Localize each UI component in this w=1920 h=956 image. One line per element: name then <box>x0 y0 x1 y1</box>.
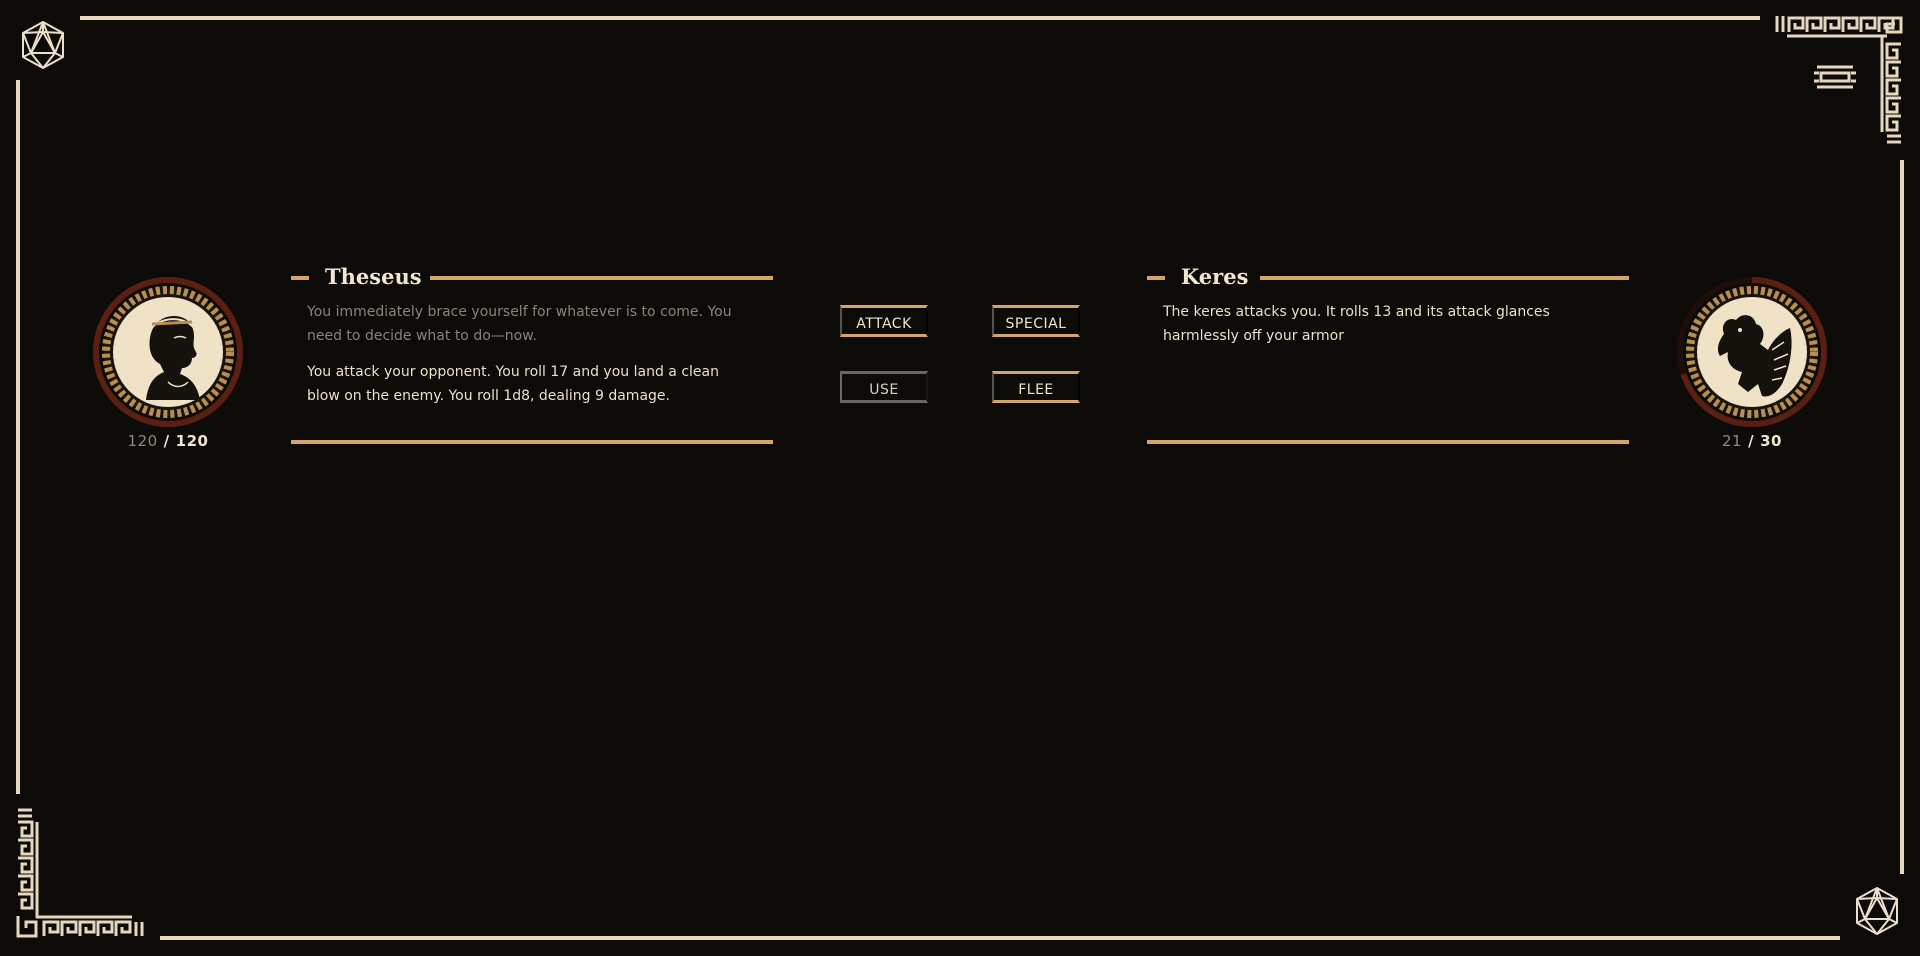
player-panel-header: Theseus <box>291 262 773 292</box>
header-rule <box>1260 276 1629 280</box>
header-dash <box>291 276 309 280</box>
player-portrait <box>88 272 248 432</box>
player-panel: Theseus You immediately brace yourself f… <box>291 262 773 444</box>
panel-bottom-rule <box>1147 440 1629 444</box>
player-hp: 120 / 120 <box>88 432 248 450</box>
panel-bottom-rule <box>291 440 773 444</box>
enemy-combat-log: The keres attacks you. It rolls 13 and i… <box>1163 300 1603 360</box>
player-name: Theseus <box>325 264 422 289</box>
enemy-panel-header: Keres <box>1147 262 1629 292</box>
enemy-portrait <box>1672 272 1832 432</box>
enemy-panel: Keres The keres attacks you. It rolls 13… <box>1147 262 1629 444</box>
enemy-hp-max: 30 <box>1760 432 1782 450</box>
keres-portrait-image <box>1677 277 1827 427</box>
frame-right-line <box>1900 160 1904 874</box>
special-button[interactable]: SPECIAL <box>992 305 1080 337</box>
log-entry: You immediately brace yourself for whate… <box>307 304 732 344</box>
attack-button[interactable]: ATTACK <box>840 305 928 337</box>
enemy-hp: 21 / 30 <box>1672 432 1832 450</box>
enemy-hp-current: 21 <box>1722 432 1743 450</box>
header-dash <box>1147 276 1165 280</box>
hp-separator: / <box>1748 432 1755 450</box>
header-rule <box>430 276 773 280</box>
combat-screen: 120 / 120 Theseus You immediately brace yo… <box>0 0 1920 956</box>
player-combat-log: You immediately brace yourself for whate… <box>307 300 747 420</box>
use-button[interactable]: USE <box>840 371 928 403</box>
menu-icon[interactable] <box>1813 64 1857 90</box>
d20-icon[interactable] <box>18 20 68 70</box>
greek-key-ornament <box>14 808 146 940</box>
log-entry: The keres attacks you. It rolls 13 and i… <box>1163 304 1550 344</box>
log-entry: You attack your opponent. You roll 17 an… <box>307 364 719 404</box>
hp-separator: / <box>163 432 170 450</box>
enemy-name: Keres <box>1181 264 1249 289</box>
player-hp-max: 120 <box>175 432 209 450</box>
d20-icon[interactable] <box>1852 886 1902 936</box>
player-hp-current: 120 <box>127 432 158 450</box>
frame-bottom-line <box>160 936 1840 940</box>
theseus-portrait-image <box>93 277 243 427</box>
flee-button[interactable]: FLEE <box>992 371 1080 403</box>
frame-top-line <box>80 16 1760 20</box>
frame-left-line <box>16 80 20 794</box>
